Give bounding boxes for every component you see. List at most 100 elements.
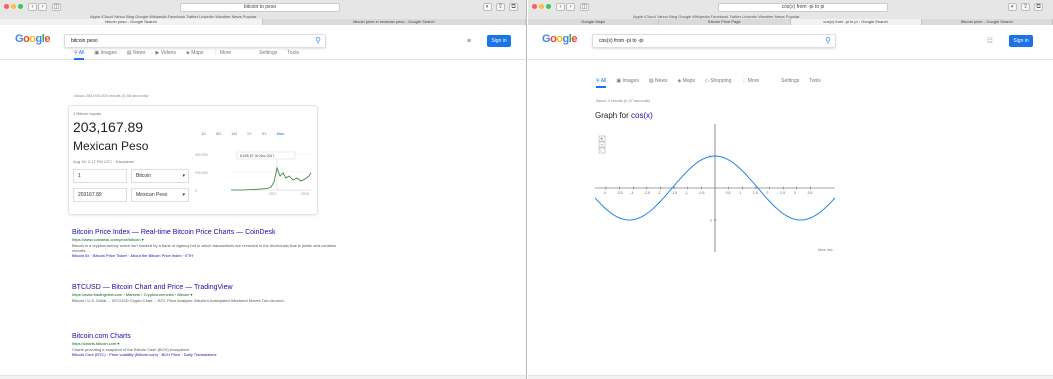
data-point bbox=[646, 213, 648, 215]
close-window-icon[interactable] bbox=[532, 4, 537, 9]
tabs-overview-icon[interactable]: ⧉ bbox=[1034, 3, 1043, 11]
data-point bbox=[714, 155, 716, 157]
result-title-link[interactable]: BTCUSD — Bitcoin Chart and Price — Tradi… bbox=[72, 283, 342, 292]
tab-images[interactable]: ▣ Images bbox=[94, 48, 117, 60]
data-point bbox=[605, 208, 607, 210]
share-icon[interactable]: ⇪ bbox=[1021, 3, 1030, 11]
reader-icon[interactable]: ◐ bbox=[483, 3, 492, 11]
tab-news[interactable]: ▤ News bbox=[127, 48, 146, 60]
x-tick-label: 1 bbox=[739, 191, 741, 195]
result-sitelinks[interactable]: Bitcoin 5x · Bitcoin Price Ticker · Abou… bbox=[72, 253, 342, 258]
share-icon[interactable]: ⇪ bbox=[496, 3, 505, 11]
result-title-link[interactable]: Bitcoin.com Charts bbox=[72, 332, 342, 341]
tab-news[interactable]: ▤ News bbox=[649, 76, 668, 88]
y-tick: 400,000 bbox=[195, 153, 208, 157]
range-max[interactable]: Max bbox=[277, 131, 285, 136]
more-info-link[interactable]: More info bbox=[818, 248, 833, 252]
minimize-window-icon[interactable] bbox=[539, 4, 544, 9]
data-point bbox=[809, 217, 811, 219]
tab-tools[interactable]: Tools bbox=[287, 48, 299, 60]
browser-chrome: ‹ › ◫ cos(x) from -pi to pi ◐ ⇪ ⧉ Apple … bbox=[528, 0, 1053, 25]
range-1d[interactable]: 1D bbox=[201, 131, 206, 136]
x-tick-label: 2.5 bbox=[780, 191, 785, 195]
google-logo[interactable]: Google bbox=[15, 33, 50, 45]
google-logo[interactable]: Google bbox=[542, 33, 577, 45]
back-button[interactable]: ‹ bbox=[28, 3, 37, 11]
result-snippet: Bitcoin is a cryptocurrency which isn't … bbox=[72, 243, 337, 253]
x-tick-label: -3.5 bbox=[617, 191, 623, 195]
tab-images[interactable]: ▣ Images bbox=[616, 76, 639, 88]
tabs-overview-icon[interactable]: ⧉ bbox=[509, 3, 518, 11]
btc-price-chart[interactable]: 400,000 200,000 0 2017 2018 8,005.57 30 … bbox=[193, 146, 317, 196]
chart-tooltip-text: 8,005.57 30 Nov 2017 bbox=[240, 154, 274, 158]
tab-more[interactable]: ⋮ More bbox=[741, 76, 759, 88]
x-tick: 2017 bbox=[269, 192, 277, 196]
search-input[interactable]: cos(x) from -pi to -pi ⚲ bbox=[592, 34, 836, 48]
range-5d[interactable]: 5D bbox=[216, 131, 221, 136]
result-stats: About 4 results (0.47 seconds) bbox=[596, 98, 651, 103]
search-input[interactable]: bitcoin peso ⚲ bbox=[64, 34, 326, 48]
x-tick-label: 1.5 bbox=[753, 191, 758, 195]
zoom-window-icon[interactable] bbox=[18, 4, 23, 9]
minimize-window-icon[interactable] bbox=[11, 4, 16, 9]
tab-maps[interactable]: ◈ Maps bbox=[186, 48, 203, 60]
tab-tools[interactable]: Tools bbox=[809, 76, 821, 88]
tab-shopping[interactable]: ◇ Shopping bbox=[705, 76, 731, 88]
search-icon[interactable]: ⚲ bbox=[315, 37, 321, 45]
amount-input[interactable]: 1 bbox=[73, 169, 127, 183]
forward-button[interactable]: › bbox=[38, 3, 47, 11]
chevron-down-icon: ▾ bbox=[182, 192, 185, 198]
tab-settings[interactable]: Settings bbox=[259, 48, 277, 60]
data-point bbox=[632, 219, 634, 221]
to-currency-select[interactable]: Mexican Peso ▾ bbox=[131, 188, 189, 202]
btc-price-line bbox=[231, 166, 312, 191]
function-graph[interactable]: -4 -3.5 -3 -2.5 -2 -1.5 -1 -0.5 0.5 1 1.5 2 2.5 3 3.51… bbox=[595, 124, 835, 252]
from-currency-select[interactable]: Bitcoin ▾ bbox=[131, 169, 189, 183]
result-input[interactable]: 203167.89 bbox=[73, 188, 127, 202]
range-5y[interactable]: 5Y bbox=[262, 131, 267, 136]
tab-all[interactable]: ⚲ All bbox=[596, 76, 607, 88]
result-stats: About 203,000,000 results (0.58 seconds) bbox=[74, 93, 149, 98]
apps-grid-icon[interactable]: ⁞⁞⁞ bbox=[987, 38, 993, 45]
range-1y[interactable]: 1Y bbox=[247, 131, 252, 136]
graph-title: Graph for cos(x) bbox=[595, 111, 653, 120]
sign-in-button[interactable]: Sign in bbox=[487, 35, 511, 47]
result-sitelinks[interactable]: Bitcoin Core (BTC) · Price volatility (B… bbox=[72, 352, 342, 357]
address-bar[interactable]: bitcoin to peso bbox=[180, 3, 340, 12]
range-selector: 1D 5D 1M 1Y 5Y Max bbox=[201, 131, 284, 136]
x-tick-label: -4 bbox=[603, 191, 606, 195]
data-point bbox=[823, 208, 825, 210]
tab-maps[interactable]: ◈ Maps bbox=[678, 76, 695, 88]
currency-converter-card: 1 Bitcoin equals 203,167.89 Mexican Peso… bbox=[68, 105, 318, 215]
reset-icon: ◦ bbox=[600, 148, 602, 154]
sign-in-button[interactable]: Sign in bbox=[1009, 35, 1033, 47]
range-1m[interactable]: 1M bbox=[231, 131, 237, 136]
data-point bbox=[659, 200, 661, 202]
tab-all[interactable]: ⚲ All bbox=[74, 48, 85, 60]
x-tick-label: -2 bbox=[657, 191, 660, 195]
chevron-down-icon: ▾ bbox=[182, 173, 185, 179]
menu-icon[interactable]: ≡ bbox=[467, 38, 471, 45]
back-button[interactable]: ‹ bbox=[556, 3, 565, 11]
zoom-window-icon[interactable] bbox=[546, 4, 551, 9]
data-point bbox=[673, 185, 675, 187]
search-icon[interactable]: ⚲ bbox=[825, 37, 831, 45]
tab-more[interactable]: ⋮ More bbox=[213, 48, 231, 60]
page-footer bbox=[528, 375, 1053, 379]
data-point bbox=[619, 217, 621, 219]
forward-button[interactable]: › bbox=[566, 3, 575, 11]
left-browser-window: ‹ › ◫ bitcoin to peso ◐ ⇪ ⧉ Apple iCloud… bbox=[0, 0, 527, 379]
reader-icon[interactable]: ◐ bbox=[1008, 3, 1017, 11]
window-controls bbox=[4, 4, 23, 9]
close-window-icon[interactable] bbox=[4, 4, 9, 9]
x-tick-label: 0.5 bbox=[726, 191, 731, 195]
tab-settings[interactable]: Settings bbox=[781, 76, 799, 88]
result-snippet: Bitcoin / U.S. Dollar ... BTCUSD Crypto … bbox=[72, 298, 285, 303]
sidebar-icon[interactable]: ◫ bbox=[52, 3, 61, 11]
tab-videos[interactable]: ▶ Videos bbox=[156, 48, 176, 60]
data-point bbox=[728, 159, 730, 161]
address-bar[interactable]: cos(x) from -pi to pi bbox=[718, 3, 888, 12]
browser-chrome: ‹ › ◫ bitcoin to peso ◐ ⇪ ⧉ Apple iCloud… bbox=[0, 0, 526, 25]
sidebar-icon[interactable]: ◫ bbox=[580, 3, 589, 11]
result-title-link[interactable]: Bitcoin Price Index — Real-time Bitcoin … bbox=[72, 228, 342, 237]
